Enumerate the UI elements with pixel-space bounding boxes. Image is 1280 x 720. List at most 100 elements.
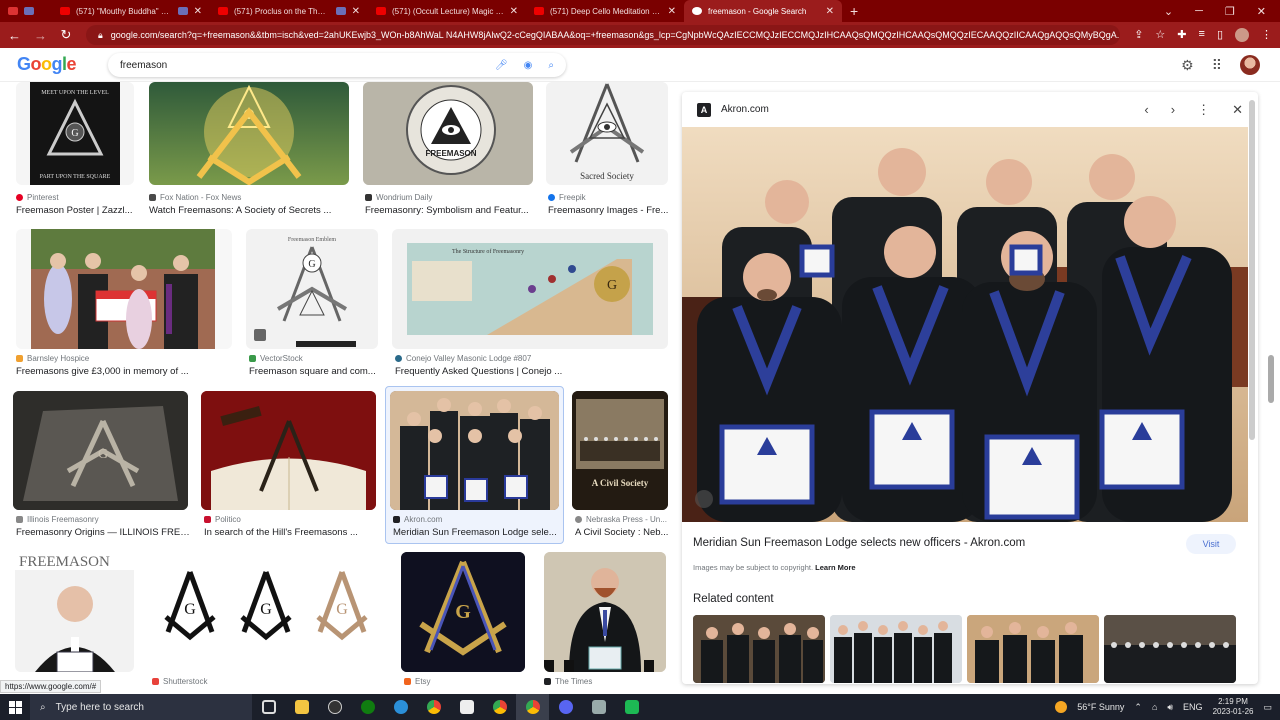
network-icon[interactable]: ⌂ (1152, 702, 1157, 712)
result-title[interactable]: In search of the Hill's Freemasons ... (204, 527, 379, 538)
taskbar-app-chrome-active[interactable] (516, 694, 549, 720)
camera-lens-icon[interactable]: ◉ (524, 60, 533, 71)
language-indicator[interactable]: ENG (1183, 702, 1203, 712)
visit-button[interactable]: Visit (1186, 534, 1236, 554)
related-thumb-2[interactable] (830, 615, 962, 683)
chevron-down-icon[interactable]: ⌄ (1164, 5, 1173, 18)
close-icon[interactable]: ✕ (1257, 5, 1266, 18)
close-icon[interactable]: ✕ (510, 6, 518, 17)
taskbar-app-xbox[interactable] (351, 694, 384, 720)
shutterstock-icon (152, 678, 159, 685)
result-thumb-3[interactable]: FREEMASON (363, 82, 533, 185)
extensions-icon[interactable]: ✚ (1177, 28, 1186, 42)
close-icon[interactable]: ✕ (826, 6, 834, 17)
result-title[interactable]: Freemasonry Origins — ILLINOIS FREE... (16, 527, 191, 538)
result-title[interactable]: Frequently Asked Questions | Conejo ... (395, 366, 565, 377)
result-thumb-10[interactable] (390, 391, 559, 510)
tab-youtube-2[interactable]: (571) Proclus on the Theolo ✕ (210, 0, 368, 22)
forward-icon[interactable]: → (34, 28, 47, 43)
taskbar-app-explorer[interactable] (285, 694, 318, 720)
chevron-up-icon[interactable]: ⌃ (1134, 702, 1142, 713)
taskbar-app-chrome-2[interactable] (483, 694, 516, 720)
result-thumb-13[interactable]: G G G (148, 552, 385, 672)
result-thumb-11[interactable]: A Civil Society (572, 391, 668, 510)
search-input[interactable]: freemason 🎤︎ ◉ ⌕ (108, 53, 566, 77)
share-icon[interactable]: ⇪ (1134, 28, 1143, 42)
result-title[interactable]: Watch Freemasons: A Society of Secrets .… (149, 205, 349, 216)
related-thumb-1[interactable] (693, 615, 825, 683)
chevron-left-icon[interactable]: ‹ (1144, 102, 1148, 118)
tab-youtube-4[interactable]: (571) Deep Cello Meditation Mu ✕ (526, 0, 684, 22)
volume-icon[interactable]: 🔊︎ (1167, 702, 1173, 713)
result-title[interactable]: Meridian Sun Freemason Lodge sele... (393, 527, 561, 538)
result-thumb-14[interactable]: G (401, 552, 525, 672)
tab-google-search[interactable]: freemason - Google Search ✕ (684, 0, 842, 22)
taskbar-app-discord[interactable] (549, 694, 582, 720)
taskbar: ⌕ Type here to search 56°F Sunny ⌃ ⌂ 🔊︎ … (0, 694, 1280, 720)
close-icon[interactable]: ✕ (1232, 102, 1243, 118)
close-icon[interactable]: ✕ (352, 6, 360, 17)
result-thumb-7[interactable]: The Structure of Freemasonry G (392, 229, 668, 349)
related-content-heading: Related content (693, 593, 774, 605)
preview-image[interactable] (682, 127, 1248, 522)
panel-title[interactable]: Meridian Sun Freemason Lodge selects new… (693, 537, 1025, 549)
result-title[interactable]: Freemason square and com... (249, 366, 379, 377)
learn-more-link[interactable]: Learn More (815, 563, 855, 572)
close-icon[interactable]: ✕ (668, 6, 676, 17)
taskbar-app-notepad[interactable] (450, 694, 483, 720)
account-avatar[interactable] (1240, 55, 1260, 75)
sidebar-icon[interactable]: ▯ (1217, 28, 1223, 42)
result-thumb-5[interactable] (16, 229, 232, 349)
result-thumb-8[interactable]: G (13, 391, 188, 510)
search-icon[interactable]: ⌕ (548, 60, 554, 71)
clock[interactable]: 2:19 PM 2023-01-26 (1213, 697, 1254, 717)
apps-grid-icon[interactable]: ⠿ (1212, 57, 1222, 74)
task-view-button[interactable] (252, 694, 285, 720)
panel-site-name[interactable]: Akron.com (721, 104, 769, 115)
tab-app[interactable] (0, 0, 52, 22)
result-thumb-2[interactable] (149, 82, 349, 185)
restore-icon[interactable]: ❐ (1225, 5, 1235, 18)
notification-icon[interactable]: ▭ (1263, 702, 1272, 713)
bookmark-star-icon[interactable]: ☆ (1155, 28, 1165, 42)
result-thumb-1[interactable]: G MEET UPON THE LEVEL PART UPON THE SQUA… (16, 82, 134, 185)
close-icon[interactable]: ✕ (194, 6, 202, 17)
related-thumb-4[interactable] (1104, 615, 1236, 683)
chevron-right-icon[interactable]: › (1171, 102, 1175, 118)
result-thumb-12[interactable]: FREEMASON (15, 552, 134, 672)
result-thumb-9[interactable] (201, 391, 376, 510)
profile-avatar[interactable] (1235, 28, 1249, 42)
url-field[interactable]: 🔒︎ google.com/search?q=+freemason&&tbm=i… (86, 25, 1121, 45)
result-thumb-6[interactable]: Freemason Emblem G (246, 229, 378, 349)
reading-list-icon[interactable]: ≡ (1199, 28, 1205, 42)
minimize-icon[interactable]: ─ (1195, 5, 1203, 18)
reload-icon[interactable]: ↻ (60, 27, 72, 43)
panel-scrollbar[interactable] (1249, 100, 1255, 440)
result-title[interactable]: Freemason Poster | Zazzl... (16, 205, 136, 216)
taskbar-app-7[interactable] (582, 694, 615, 720)
google-logo[interactable]: Google (17, 54, 77, 75)
new-tab-icon[interactable]: + (842, 3, 866, 19)
result-title[interactable]: A Civil Society : Neb... (575, 527, 670, 538)
taskbar-app-8[interactable] (615, 694, 648, 720)
result-thumb-15[interactable] (544, 552, 666, 672)
tab-youtube-1[interactable]: (571) "Mouthy Buddha" Cre ✕ (52, 0, 210, 22)
taskbar-app-edge[interactable] (384, 694, 417, 720)
back-icon[interactable]: ← (8, 28, 21, 43)
tab-youtube-3[interactable]: (571) (Occult Lecture) Magic & t ✕ (368, 0, 526, 22)
result-thumb-4[interactable]: Sacred Society (546, 82, 668, 185)
result-title[interactable]: Freemasons give £3,000 in memory of ... (16, 366, 216, 377)
result-title[interactable]: Freemasonry Images - Fre... (548, 205, 670, 216)
result-title[interactable]: Freemasonry: Symbolism and Featur... (365, 205, 535, 216)
taskbar-search[interactable]: ⌕ Type here to search (30, 694, 252, 720)
gear-icon[interactable]: ⚙ (1181, 57, 1194, 74)
taskbar-app-4k[interactable] (318, 694, 351, 720)
taskbar-app-chrome[interactable] (417, 694, 450, 720)
page-scrollbar[interactable] (1268, 355, 1274, 403)
menu-dots-icon[interactable]: ⋮ (1261, 28, 1272, 42)
weather-text[interactable]: 56°F Sunny (1077, 702, 1124, 712)
start-button[interactable] (0, 694, 30, 720)
related-thumb-3[interactable] (967, 615, 1099, 683)
more-options-icon[interactable]: ⋮ (1197, 102, 1210, 118)
microphone-icon[interactable]: 🎤︎ (495, 60, 508, 71)
